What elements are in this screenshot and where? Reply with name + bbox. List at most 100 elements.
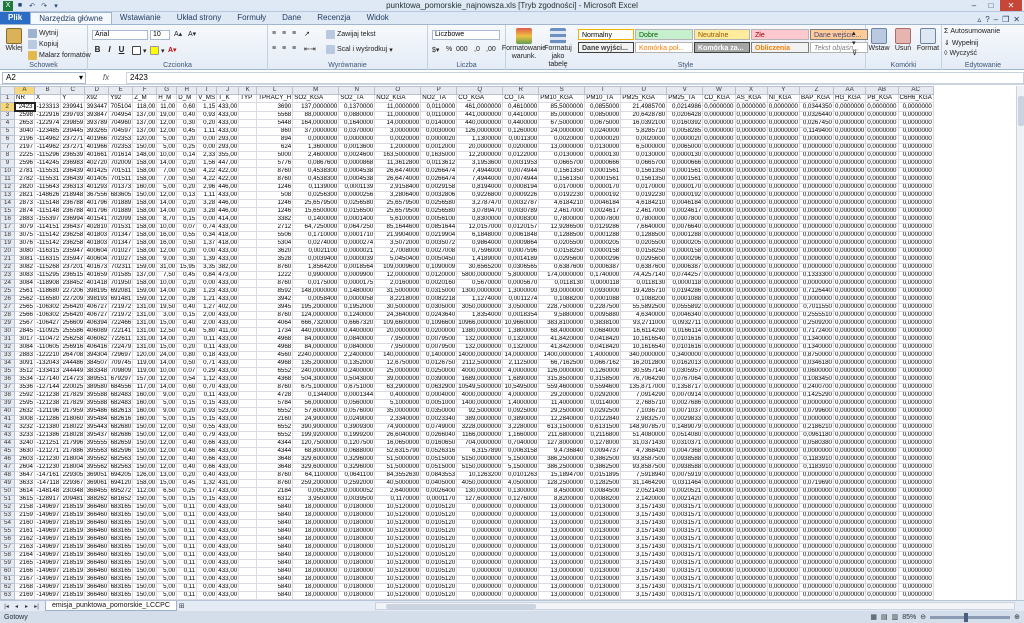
grid-cell[interactable]: 0,0000000: [897, 502, 934, 512]
grid-cell[interactable]: 0,0031571: [666, 542, 704, 552]
grid-cell[interactable]: 12,00: [156, 462, 178, 472]
grid-cell[interactable]: 218028: [60, 430, 86, 440]
grid-cell[interactable]: 0,0000000: [734, 566, 768, 576]
fill-button[interactable]: ⇓ Wypełnij: [944, 39, 978, 48]
grid-cell[interactable]: -147161: [33, 470, 62, 480]
grid-cell[interactable]: 0,84: [196, 270, 218, 280]
grid-cell[interactable]: 0,15: [196, 398, 218, 408]
grid-cell[interactable]: 0,0555892: [666, 302, 704, 312]
grid-cell[interactable]: 0,0000000: [734, 590, 768, 600]
grid-cell[interactable]: 0,0000000: [865, 278, 899, 288]
grid-cell[interactable]: 2883: [14, 214, 35, 224]
grid-cell[interactable]: 9,5880000: [538, 310, 586, 320]
grid-cell[interactable]: -115268: [33, 262, 62, 272]
grid-cell[interactable]: 0,0000192: [584, 190, 622, 200]
grid-cell[interactable]: 0,0000000: [865, 326, 899, 336]
grid-cell[interactable]: 0,0000000: [897, 390, 934, 400]
grid-cell[interactable]: 3648: [256, 454, 294, 464]
grid-cell[interactable]: 0,0004000: [420, 390, 458, 400]
grid-cell[interactable]: 0,0000000: [897, 270, 934, 280]
grid-cell[interactable]: 683605: [108, 190, 134, 200]
grid-cell[interactable]: 422,00: [216, 166, 240, 176]
grid-cell[interactable]: 5,00: [156, 398, 178, 408]
grid-cell[interactable]: 0,0031571: [666, 526, 704, 536]
grid-cell[interactable]: 12,00: [156, 246, 178, 256]
grid-cell[interactable]: 13,0000000: [538, 582, 586, 592]
grid-cell[interactable]: 0,0515000: [420, 454, 458, 464]
grid-cell[interactable]: 0,0000000: [865, 190, 899, 200]
grid-cell[interactable]: 3,00: [156, 310, 178, 320]
grid-cell[interactable]: 7,9500000: [374, 342, 422, 352]
grid-cell[interactable]: 386,2500000: [538, 462, 586, 472]
cell-style-option[interactable]: Neutralne: [694, 29, 750, 40]
grid-cell[interactable]: 244486: [60, 358, 86, 368]
grid-cell[interactable]: 15,95: [176, 262, 198, 272]
grid-cell[interactable]: 0,11: [176, 526, 198, 536]
tab-review[interactable]: Recenzja: [309, 12, 358, 24]
grid-cell[interactable]: 433,00: [216, 582, 240, 592]
grid-cell[interactable]: 2821: [14, 190, 35, 200]
grid-cell[interactable]: 0,1480000: [338, 286, 376, 296]
grid-cell[interactable]: 0,0000000: [734, 254, 768, 264]
grid-cell[interactable]: [238, 382, 258, 392]
grid-cell[interactable]: 3228,0000000: [456, 422, 504, 432]
grid-cell[interactable]: 10,1616540: [620, 334, 668, 344]
grid-cell[interactable]: AS_KGA: [734, 94, 768, 103]
grid-cell[interactable]: 5,8000000: [502, 270, 540, 280]
grid-cell[interactable]: 0,0000000: [702, 342, 736, 352]
grid-cell[interactable]: 0,0000000: [832, 502, 867, 512]
grid-cell[interactable]: 0,0000000: [799, 590, 834, 600]
grid-cell[interactable]: 0,0000000: [766, 494, 801, 504]
grid-cell[interactable]: 5840: [256, 542, 294, 552]
grid-cell[interactable]: 704960: [108, 118, 134, 128]
grid-cell[interactable]: 150,00: [132, 518, 158, 528]
grid-cell[interactable]: 0,0084500: [584, 486, 622, 496]
grid-cell[interactable]: 0,3909300: [338, 422, 376, 432]
grid-cell[interactable]: [238, 310, 258, 320]
grid-cell[interactable]: 702009: [108, 158, 134, 168]
grid-cell[interactable]: -121251: [33, 438, 62, 448]
grid-cell[interactable]: 2883: [14, 350, 35, 360]
grid-cell[interactable]: 150,00: [132, 542, 158, 552]
grid-cell[interactable]: 0,20: [176, 206, 198, 216]
grid-cell[interactable]: 0,0000296: [584, 254, 622, 264]
grid-cell[interactable]: 0,0101263: [502, 470, 540, 480]
grid-cell[interactable]: 0,50: [176, 166, 198, 176]
grid-cell[interactable]: 0,0000000: [734, 110, 768, 120]
grid-cell[interactable]: 0,7800000: [620, 214, 668, 224]
grid-cell[interactable]: 0,0880000: [338, 110, 376, 120]
grid-cell[interactable]: Z_M: [132, 94, 158, 103]
grid-cell[interactable]: 0,0126750: [420, 358, 458, 368]
grid-cell[interactable]: 120,7500000: [292, 438, 340, 448]
grid-cell[interactable]: 2596: [14, 158, 35, 168]
grid-cell[interactable]: 0,0000000: [766, 542, 801, 552]
grid-cell[interactable]: 0,0000000: [734, 430, 768, 440]
grid-cell[interactable]: 3,1571430: [620, 550, 668, 560]
grid-cell[interactable]: 4,0000000: [502, 366, 540, 376]
grid-cell[interactable]: 0,15: [176, 414, 198, 424]
grid-cell[interactable]: 13,0000000: [538, 566, 586, 576]
grid-cell[interactable]: 0,3296000: [338, 462, 376, 472]
grid-cell[interactable]: D_M: [176, 94, 198, 103]
grid-cell[interactable]: 0,0418420: [584, 342, 622, 352]
grid-cell[interactable]: 0,0000000: [766, 334, 801, 344]
grid-cell[interactable]: 0,20: [176, 334, 198, 344]
grid-cell[interactable]: 0,0000000: [734, 102, 768, 112]
grid-cell[interactable]: 0,4610000: [502, 102, 540, 112]
grid-cell[interactable]: 1,2000000: [374, 142, 422, 152]
merge-center-button[interactable]: Scal i wyśrodkuj ▾: [326, 45, 393, 54]
grid-cell[interactable]: 0,0000000: [799, 190, 834, 200]
grid-cell[interactable]: 14,0000000: [502, 350, 540, 360]
grid-cell[interactable]: 128,2500000: [538, 478, 586, 488]
grid-cell[interactable]: 41,8420000: [538, 334, 586, 344]
align-middle-icon[interactable]: ≡: [282, 30, 286, 37]
grid-cell[interactable]: 227209: [60, 294, 86, 304]
grid-cell[interactable]: 218022: [60, 422, 86, 432]
grid-cell[interactable]: 5,00: [156, 134, 178, 144]
grid-cell[interactable]: 0,0000000: [766, 206, 801, 216]
grid-cell[interactable]: 406394: [84, 318, 110, 328]
copy-button[interactable]: Kopiuj: [28, 40, 58, 49]
grid-cell[interactable]: 0,0000000: [799, 246, 834, 256]
grid-cell[interactable]: 0,0000000: [456, 502, 504, 512]
grid-cell[interactable]: 0,0000000: [897, 150, 934, 160]
